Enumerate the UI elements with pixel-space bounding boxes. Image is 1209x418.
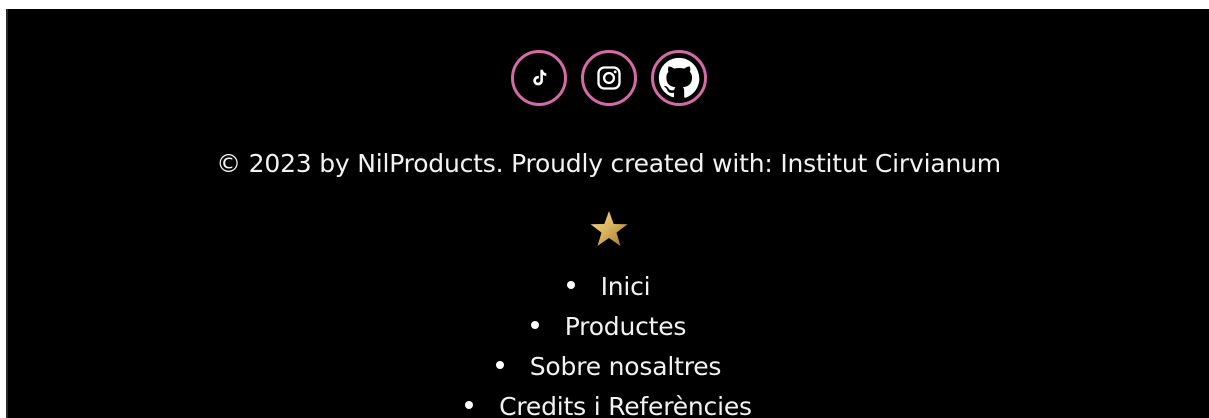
- footer-nav: Inici Productes Sobre nosaltres Credits …: [8, 267, 1209, 418]
- tiktok-icon: [528, 67, 550, 89]
- nav-item-inici: Inici: [8, 267, 1209, 307]
- star-decoration: [8, 209, 1209, 253]
- list-bullet: [465, 401, 474, 409]
- nav-link-productes[interactable]: Productes: [565, 312, 687, 341]
- github-link[interactable]: [650, 50, 707, 106]
- list-bullet: [495, 361, 504, 369]
- social-links: [8, 50, 1209, 106]
- nav-link-inici[interactable]: Inici: [601, 272, 651, 301]
- copyright-text: © 2023 by NilProducts. Proudly created w…: [216, 149, 1001, 178]
- list-bullet: [530, 321, 539, 329]
- nav-link-sobre-nosaltres[interactable]: Sobre nosaltres: [530, 352, 722, 381]
- instagram-icon: [595, 64, 623, 92]
- star-icon: [589, 209, 629, 253]
- nav-item-sobre-nosaltres: Sobre nosaltres: [8, 347, 1209, 387]
- site-footer: © 2023 by NilProducts. Proudly created w…: [6, 9, 1209, 418]
- nav-item-productes: Productes: [8, 307, 1209, 347]
- list-bullet: [566, 281, 575, 289]
- nav-link-credits[interactable]: Credits i Referències: [499, 392, 752, 418]
- github-icon: [656, 55, 702, 101]
- page: © 2023 by NilProducts. Proudly created w…: [0, 0, 1209, 418]
- tiktok-link[interactable]: [510, 50, 567, 106]
- instagram-link[interactable]: [580, 50, 637, 106]
- nav-item-credits: Credits i Referències: [8, 387, 1209, 418]
